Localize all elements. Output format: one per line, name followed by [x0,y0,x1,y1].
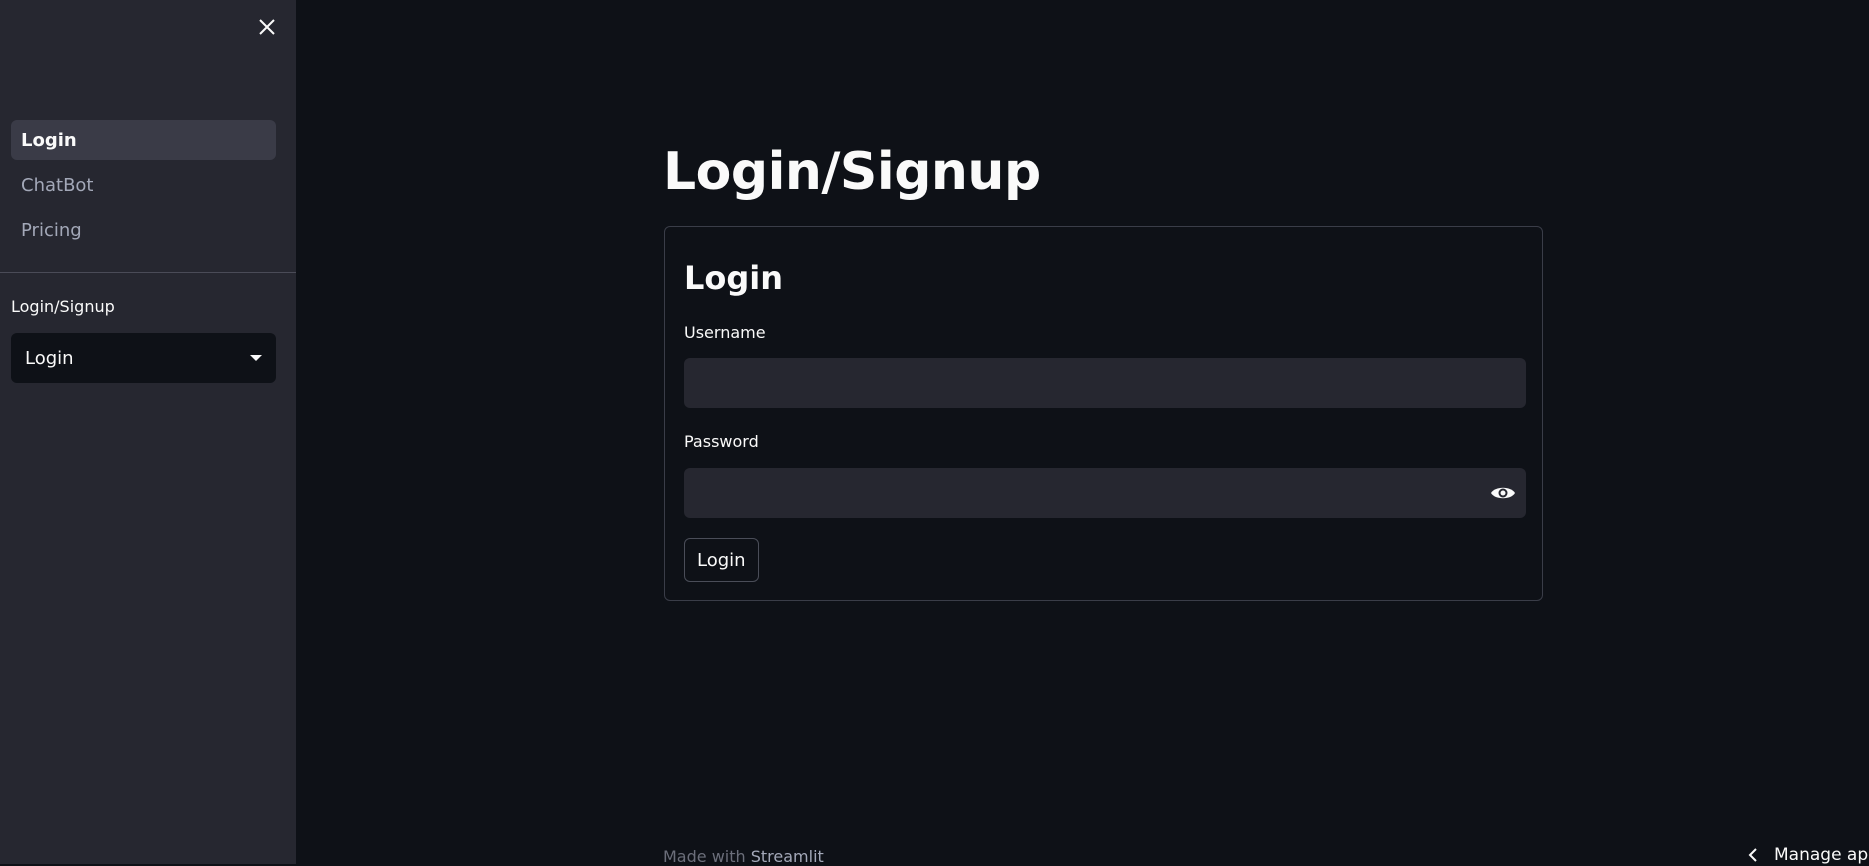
page-title: Login/Signup [663,142,1041,202]
manage-app-button[interactable]: Manage ap [1748,845,1868,865]
username-label: Username [684,323,766,342]
footer: Made with Streamlit [663,847,824,866]
close-sidebar-icon[interactable] [256,16,278,38]
form-heading: Login [684,259,784,297]
caret-down-icon [250,355,262,361]
select-value: Login [25,347,74,369]
mode-select[interactable]: Login [11,333,276,383]
footer-text: Made with [663,847,746,866]
sidebar-item-label: Pricing [21,219,82,241]
password-label: Password [684,432,759,451]
manage-app-label: Manage ap [1774,845,1869,865]
select-label: Login/Signup [11,297,115,316]
show-password-icon[interactable] [1490,483,1516,503]
password-input[interactable] [684,468,1526,518]
sidebar-item-label: Login [21,129,77,151]
username-input[interactable] [684,358,1526,408]
streamlit-link[interactable]: Streamlit [751,847,824,866]
sidebar-item-login[interactable]: Login [11,120,276,160]
sidebar-item-label: ChatBot [21,174,94,196]
sidebar-item-chatbot[interactable]: ChatBot [11,165,276,205]
sidebar: Login ChatBot Pricing Login/Signup Login [0,0,296,864]
sidebar-item-pricing[interactable]: Pricing [11,210,276,250]
login-form: Login Username Password Login [664,226,1543,601]
sidebar-nav: Login ChatBot Pricing [11,120,276,255]
sidebar-divider [0,272,296,273]
chevron-left-icon [1748,848,1757,862]
login-button[interactable]: Login [684,538,759,582]
